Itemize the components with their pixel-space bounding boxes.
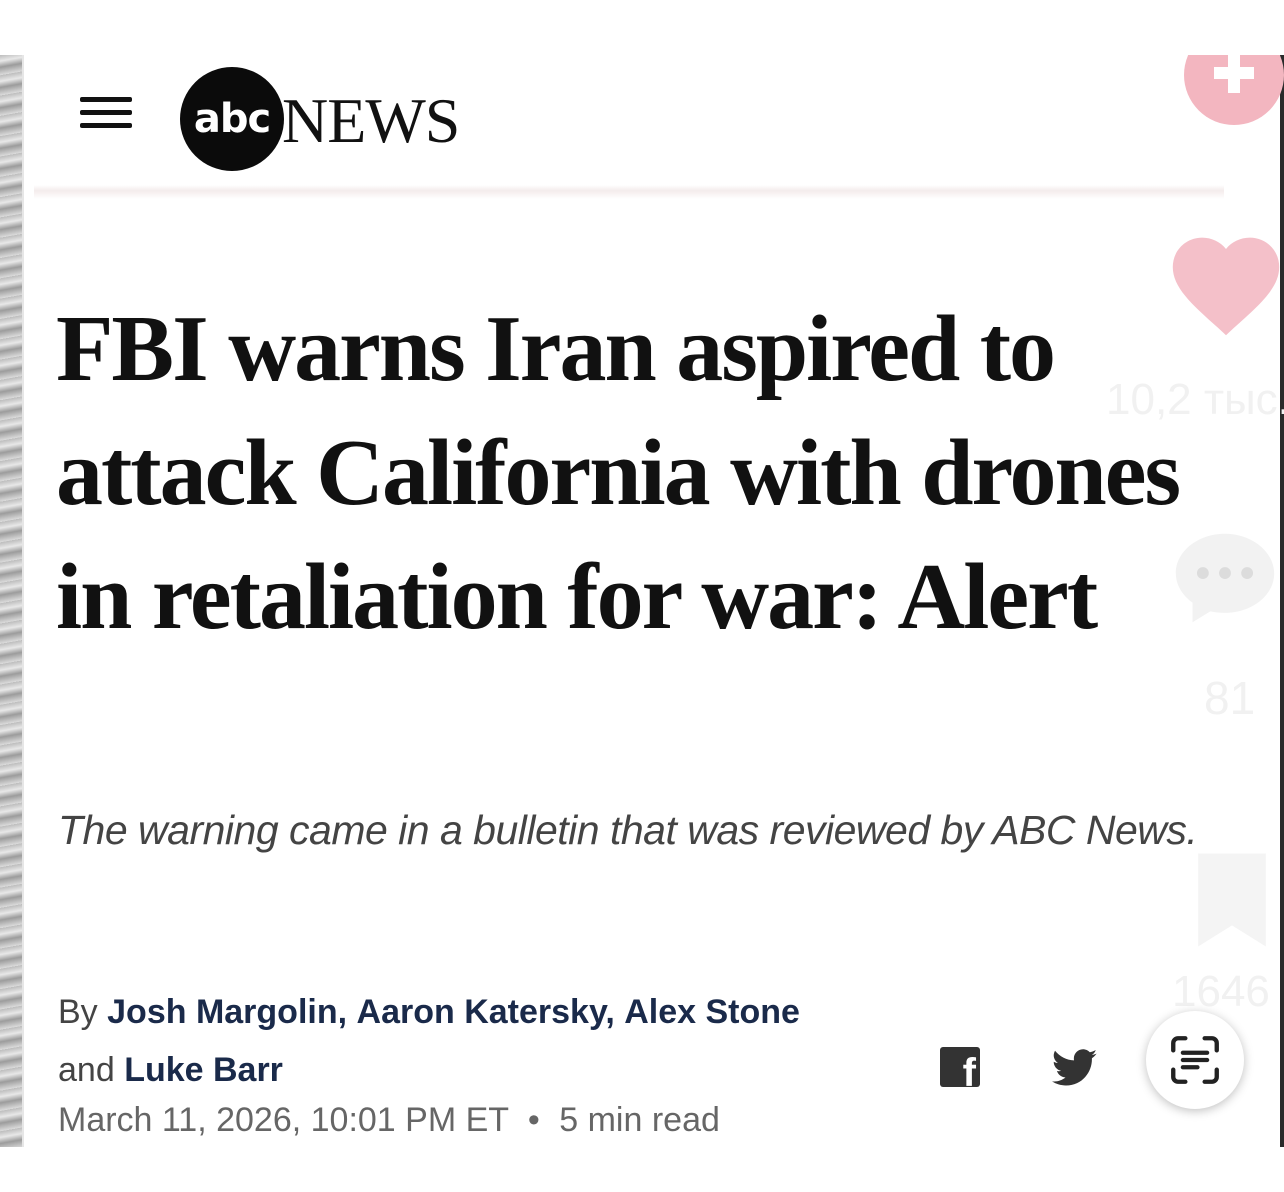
header-divider bbox=[34, 185, 1224, 199]
byline-conjunction: and bbox=[58, 1051, 115, 1089]
like-button[interactable] bbox=[1164, 221, 1284, 341]
hamburger-icon-bar bbox=[80, 123, 132, 128]
byline-separator: , bbox=[605, 993, 615, 1031]
article-headline: FBI warns Iran aspired to attack Califor… bbox=[56, 297, 1181, 649]
facebook-share-button[interactable]: f bbox=[940, 1047, 980, 1087]
follow-plus-button[interactable] bbox=[1184, 55, 1284, 125]
facebook-icon: f bbox=[962, 1051, 976, 1087]
byline-prefix: By bbox=[58, 993, 98, 1031]
save-count: 1646 bbox=[1172, 967, 1270, 1016]
plus-icon-stroke bbox=[1228, 55, 1240, 93]
article-date: March 11, 2026, 10:01 PM ET bbox=[58, 1101, 509, 1139]
like-count: 10,2 тыс. bbox=[1106, 375, 1284, 424]
bookmark-icon bbox=[1198, 853, 1266, 947]
abc-news-logo[interactable]: abc NEWS bbox=[180, 67, 460, 171]
article-byline: By Josh Margolin, Aaron Katersky, Alex S… bbox=[58, 983, 938, 1099]
abc-logo-circle: abc bbox=[180, 67, 284, 171]
meta-separator-dot: • bbox=[527, 1101, 540, 1139]
scan-text-icon bbox=[1171, 1036, 1219, 1084]
save-button[interactable] bbox=[1180, 845, 1284, 955]
menu-button[interactable] bbox=[78, 91, 134, 133]
screenshot-frame: abc NEWS FBI warns Iran aspired to attac… bbox=[0, 55, 1284, 1147]
hamburger-icon-bar bbox=[80, 97, 132, 102]
heart-icon bbox=[1172, 237, 1280, 336]
author-link[interactable]: Aaron Katersky bbox=[357, 993, 606, 1031]
author-link[interactable]: Luke Barr bbox=[124, 1051, 283, 1089]
frame-edge bbox=[22, 55, 24, 1147]
comment-icon bbox=[1175, 533, 1275, 623]
author-link[interactable]: Alex Stone bbox=[624, 993, 800, 1031]
twitter-icon bbox=[1051, 1049, 1098, 1086]
scan-text-button[interactable] bbox=[1146, 1011, 1244, 1109]
author-link[interactable]: Josh Margolin bbox=[107, 993, 337, 1031]
read-time: 5 min read bbox=[559, 1101, 720, 1139]
twitter-share-button[interactable] bbox=[1051, 1049, 1098, 1087]
article-meta: March 11, 2026, 10:01 PM ET • 5 min read bbox=[58, 1101, 720, 1140]
byline-separator: , bbox=[337, 993, 348, 1031]
logo-news-word: NEWS bbox=[282, 85, 460, 156]
article-subhead: The warning came in a bulletin that was … bbox=[58, 807, 1198, 853]
hamburger-icon-bar bbox=[80, 110, 132, 115]
background-video-edge bbox=[0, 55, 22, 1147]
comment-count: 81 bbox=[1204, 672, 1256, 724]
comment-button[interactable] bbox=[1166, 519, 1284, 637]
